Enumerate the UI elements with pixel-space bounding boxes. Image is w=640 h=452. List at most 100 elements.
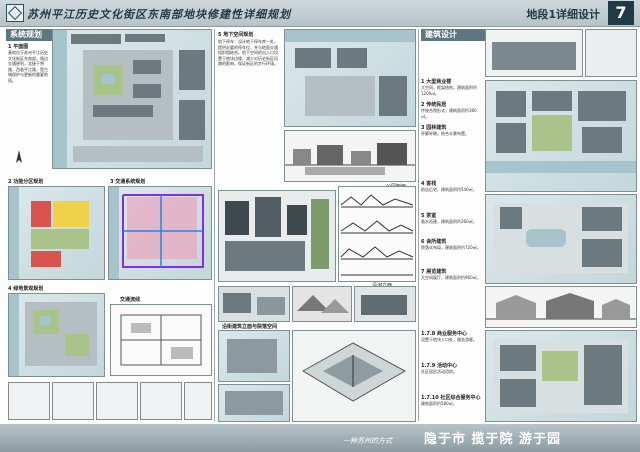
building-block bbox=[225, 391, 283, 415]
upper-floor-plan bbox=[485, 330, 637, 422]
item-1-title: 1 大型商业楼 bbox=[421, 79, 452, 85]
river bbox=[53, 30, 67, 168]
building-block bbox=[496, 123, 526, 153]
building-block bbox=[225, 241, 305, 271]
garden-area bbox=[532, 115, 572, 151]
item-5-text: 临水而建，建筑面积约260㎡。 bbox=[421, 219, 477, 224]
building-block bbox=[578, 91, 626, 121]
logo-icon bbox=[6, 4, 24, 22]
item-7-text: 大空间展厅，建筑面积约960㎡。 bbox=[421, 275, 481, 280]
building-block bbox=[337, 48, 367, 68]
item-2-text: 传统合院形式，建筑面积约380㎡。 bbox=[421, 108, 477, 119]
building-block bbox=[225, 201, 249, 235]
section-title: 地段1详细设计 bbox=[526, 8, 600, 21]
plan-label: 1 平面图 bbox=[8, 44, 29, 50]
architecture-design-heading: 建筑设计 bbox=[421, 29, 485, 41]
building-block bbox=[223, 293, 251, 313]
column-divider bbox=[214, 29, 215, 421]
column-divider bbox=[418, 29, 419, 421]
building-block bbox=[584, 345, 622, 405]
site-plan-detail bbox=[485, 80, 637, 192]
street-perspective-image bbox=[218, 190, 336, 282]
item-4-title: 4 客栈 bbox=[421, 181, 437, 187]
item-3-text: 亭廊轩榭，结合水景布置。 bbox=[421, 131, 469, 136]
phase-thumbnail bbox=[52, 382, 94, 420]
parking-area bbox=[305, 76, 375, 116]
pond bbox=[39, 316, 51, 326]
phase-thumbnail bbox=[96, 382, 138, 420]
item-8-title: 1.7.8 商业服务中心 bbox=[421, 331, 467, 337]
detail-image bbox=[585, 29, 637, 77]
courtyard-perspective-image bbox=[218, 286, 290, 322]
building-block bbox=[492, 42, 576, 70]
presentation-board: 苏州平江历史文化街区东南部地块修建性详细规划 地段1详细设计 7 系统规划 1 … bbox=[0, 0, 640, 452]
building-block bbox=[71, 34, 121, 44]
zone-green bbox=[31, 229, 89, 249]
axonometric-lines bbox=[302, 342, 407, 402]
item-9-title: 1.7.9 活动中心 bbox=[421, 363, 457, 369]
footer-slogan: 一种苏州的方式 bbox=[343, 437, 392, 445]
building-block bbox=[582, 207, 622, 231]
node-label: 交通流线 bbox=[120, 297, 141, 303]
item-6-title: 6 会所建筑 bbox=[421, 239, 447, 245]
title-bar: 苏州平江历史文化街区东南部地块修建性详细规划 地段1详细设计 7 bbox=[0, 0, 640, 27]
item-8-text: 设置于地块入口处，服务游客。 bbox=[421, 337, 477, 342]
underground-plan-map bbox=[284, 29, 416, 127]
street-elevation-image bbox=[485, 29, 583, 77]
landscape-map bbox=[8, 293, 105, 377]
building-block bbox=[361, 295, 407, 315]
landscape-label: 4 绿地景观规划 bbox=[8, 286, 44, 292]
building-block bbox=[500, 345, 536, 371]
roof-lines bbox=[297, 295, 349, 313]
elevation-lines bbox=[340, 194, 414, 276]
garden-area bbox=[65, 334, 89, 356]
function-zoning-map bbox=[8, 186, 105, 280]
building-block bbox=[257, 297, 285, 315]
ground-floor-plan bbox=[485, 194, 637, 284]
roof-perspective-image bbox=[292, 286, 352, 322]
street-elevation-diagrams bbox=[338, 186, 416, 282]
board-title: 苏州平江历史文化街区东南部地块修建性详细规划 bbox=[27, 8, 291, 21]
item-4-text: 前店后宅，建筑面积约540㎡。 bbox=[421, 187, 477, 192]
pond bbox=[526, 229, 566, 247]
river bbox=[486, 161, 636, 173]
building-block bbox=[582, 127, 622, 153]
building-block bbox=[287, 205, 307, 235]
item-3-title: 3 园林建筑 bbox=[421, 125, 447, 131]
phase-thumbnail bbox=[8, 382, 50, 420]
building-block bbox=[133, 60, 161, 74]
building-block bbox=[379, 76, 407, 116]
building-block bbox=[125, 34, 165, 42]
perspective-label: 沿街建筑立面与院落空间 bbox=[222, 324, 278, 330]
pond bbox=[101, 74, 115, 84]
tree-area bbox=[311, 199, 329, 269]
building-block bbox=[496, 91, 526, 117]
building-block bbox=[500, 207, 522, 229]
facade-perspective-image bbox=[354, 286, 416, 322]
item-6-text: 院落式布局，建筑面积约720㎡。 bbox=[421, 245, 481, 250]
zone-residential bbox=[53, 201, 89, 227]
building-elevation bbox=[485, 286, 637, 328]
phase-thumbnail bbox=[140, 382, 182, 420]
building-block bbox=[227, 339, 277, 373]
traffic-system-map bbox=[108, 186, 212, 280]
item-2-title: 2 传统民居 bbox=[421, 102, 447, 108]
footer-names: 隐于市 揽于院 游于园 bbox=[424, 432, 562, 447]
aerial-plan-2 bbox=[218, 384, 290, 422]
aerial-axonometric bbox=[292, 330, 416, 422]
building-block bbox=[179, 100, 205, 140]
river bbox=[9, 294, 19, 376]
underground-label: 5 地下空间规划 bbox=[218, 32, 254, 38]
traffic-flow-diagram bbox=[110, 304, 212, 376]
zone-commercial bbox=[31, 251, 61, 267]
traffic-route-lines bbox=[122, 194, 204, 268]
function-zoning-label: 2 功能分区规划 bbox=[8, 179, 44, 185]
building-block bbox=[582, 239, 622, 267]
building-block bbox=[295, 48, 331, 68]
building-block bbox=[179, 50, 205, 90]
item-7-title: 7 展览建筑 bbox=[421, 269, 447, 275]
phase-thumbnail bbox=[184, 382, 212, 420]
item-10-text: 建筑面积约580㎡。 bbox=[421, 401, 457, 406]
item-10-title: 1.7.10 社区综合服务中心 bbox=[421, 395, 481, 401]
building-block bbox=[255, 197, 281, 237]
